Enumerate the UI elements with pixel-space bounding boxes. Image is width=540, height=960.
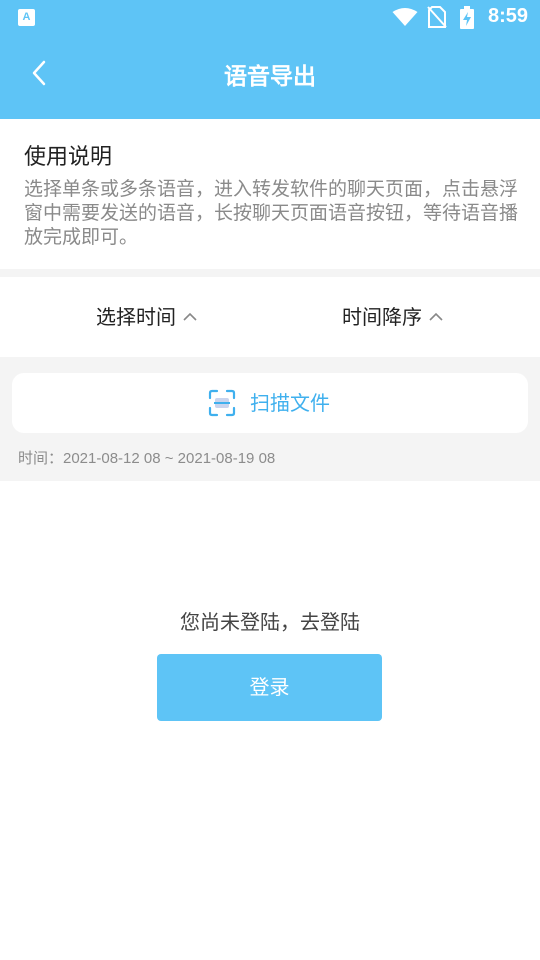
instructions-heading: 使用说明 bbox=[24, 145, 113, 170]
wifi-icon bbox=[392, 8, 418, 26]
sort-order-label: 时间降序 bbox=[342, 305, 422, 329]
scan-icon bbox=[208, 389, 236, 417]
filter-bar: 选择时间 时间降序 bbox=[0, 277, 540, 357]
status-bar: A 8:59 bbox=[0, 0, 540, 36]
app-notification-icon: A bbox=[18, 9, 35, 26]
login-button[interactable]: 登录 bbox=[157, 654, 382, 721]
sort-order-filter[interactable]: 时间降序 bbox=[342, 277, 444, 357]
select-time-label: 选择时间 bbox=[96, 305, 176, 329]
login-prompt: 您尚未登陆，去登陆 bbox=[180, 610, 360, 634]
select-time-filter[interactable]: 选择时间 bbox=[96, 277, 198, 357]
chevron-up-icon bbox=[183, 312, 197, 321]
battery-charging-icon bbox=[460, 6, 474, 29]
app-icon-letter: A bbox=[22, 11, 31, 23]
status-time: 8:59 bbox=[487, 5, 528, 27]
nav-bar: 语音导出 bbox=[0, 36, 540, 119]
scan-section: 扫描文件 时间：2021-08-12 08 ~ 2021-08-19 08 bbox=[0, 357, 540, 481]
instructions-body: 选择单条或多条语音，进入转发软件的聊天页面，点击悬浮窗中需要发送的语音，长按聊天… bbox=[24, 178, 519, 248]
instructions-panel: 使用说明 选择单条或多条语音，进入转发软件的聊天页面，点击悬浮窗中需要发送的语音… bbox=[0, 119, 540, 269]
section-divider bbox=[0, 269, 540, 277]
scan-files-label: 扫描文件 bbox=[250, 391, 330, 415]
no-sim-icon bbox=[427, 6, 447, 28]
chevron-up-icon bbox=[429, 312, 443, 321]
page-title: 语音导出 bbox=[224, 64, 316, 90]
scan-files-button[interactable]: 扫描文件 bbox=[12, 373, 528, 433]
time-range-text: 时间：2021-08-12 08 ~ 2021-08-19 08 bbox=[18, 450, 276, 467]
chevron-left-icon bbox=[32, 60, 46, 86]
back-button[interactable] bbox=[26, 58, 56, 88]
